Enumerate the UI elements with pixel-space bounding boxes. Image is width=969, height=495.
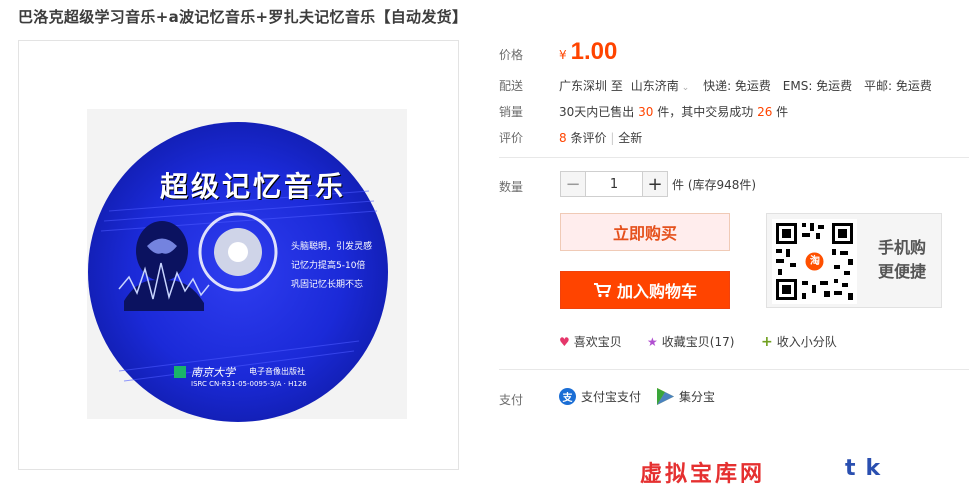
- like-label: 喜欢宝贝: [573, 335, 622, 349]
- publisher-logo-icon: [174, 366, 186, 378]
- quantity-stepper[interactable]: − 1 +: [560, 171, 668, 197]
- isrc-code: ISRC CN-R31-05-0095-3/A · H126: [191, 380, 307, 388]
- quantity-decrease-button[interactable]: −: [560, 171, 586, 197]
- price-value-group: ¥1.00: [559, 38, 617, 66]
- stock-info: 件 (库存948件): [672, 178, 757, 192]
- team-link[interactable]: + 收入小分队: [761, 333, 837, 350]
- team-label: 收入小分队: [776, 335, 837, 349]
- disc-slogan-1: 头脑聪明，引发灵感: [291, 242, 373, 252]
- sales-label: 销量: [499, 105, 524, 119]
- reviews-link[interactable]: 8 条评价: [559, 131, 606, 145]
- sold-count: 30: [638, 105, 654, 119]
- mobile-qr-box[interactable]: 淘 手机购 更便捷: [766, 213, 942, 308]
- alipay-label: 支付宝支付: [581, 390, 642, 404]
- plus-icon: +: [761, 333, 773, 350]
- success-count: 26: [757, 105, 773, 119]
- disc-title: 超级记忆音乐: [160, 170, 347, 203]
- cart-icon: [593, 283, 611, 298]
- reviews-label: 评价: [499, 131, 524, 145]
- review-separator: |: [610, 131, 615, 145]
- like-item-link[interactable]: ♥ 喜欢宝贝: [559, 333, 622, 350]
- sales-info: 30天内已售出 30 件，其中交易成功 26 件: [559, 103, 788, 120]
- sales-mid: 件，其中交易成功: [657, 105, 754, 119]
- quantity-increase-button[interactable]: +: [642, 171, 668, 197]
- mobile-buy-text: 手机购 更便捷: [871, 236, 933, 284]
- cd-disc-image: [88, 122, 388, 422]
- review-count: 8: [559, 131, 567, 145]
- chevron-down-icon: ⌄: [681, 83, 690, 93]
- watermark-text: 虚拟宝库网: [640, 462, 766, 487]
- watermark-text-2: tk: [845, 456, 891, 481]
- divider: [499, 369, 969, 370]
- publisher-name: 南京大学: [191, 366, 235, 379]
- jifenbao-option[interactable]: 集分宝: [657, 388, 715, 405]
- ems-fee: EMS: 免运费: [782, 79, 853, 93]
- buy-now-label: 立即购买: [612, 224, 677, 243]
- disc-slogan-3: 巩固记忆长期不忘: [291, 280, 364, 290]
- price-label: 价格: [499, 48, 524, 62]
- shipping-info: 广东深圳 至 山东济南 ⌄ 快递: 免运费 EMS: 免运费 平邮: 免运费: [559, 77, 932, 94]
- divider: [499, 157, 969, 158]
- product-title: 巴洛克超级学习音乐+a波记忆音乐+罗扎夫记忆音乐【自动发货】: [18, 8, 468, 26]
- add-to-cart-label: 加入购物车: [616, 282, 697, 301]
- reviews-info: 8 条评价 | 全新: [559, 129, 642, 146]
- ship-to-selector[interactable]: 山东济南 ⌄: [631, 79, 690, 93]
- disc-slogan-2: 记忆力提高5-10倍: [291, 261, 366, 271]
- mobile-line-1: 手机购: [877, 238, 926, 257]
- ship-from: 广东深圳: [559, 79, 608, 93]
- review-count-suffix: 条评价: [570, 131, 607, 145]
- quantity-label: 数量: [499, 180, 524, 194]
- post-fee: 平邮: 免运费: [864, 79, 932, 93]
- heart-icon: ♥: [559, 334, 570, 349]
- express-fee: 快递: 免运费: [703, 79, 771, 93]
- sales-prefix: 30天内已售出: [559, 105, 635, 119]
- payment-label: 支付: [499, 393, 524, 407]
- jifenbao-icon: [657, 388, 674, 405]
- alipay-icon: 支: [559, 388, 576, 405]
- currency-symbol: ¥: [559, 48, 567, 62]
- quantity-input[interactable]: 1: [586, 171, 642, 197]
- product-image-frame[interactable]: 超级记忆音乐 头脑聪明，引发灵感 记忆力提高5-10倍 巩固记忆长期不忘 南京大…: [18, 40, 459, 470]
- buy-now-button[interactable]: 立即购买: [560, 213, 730, 251]
- ship-to-word: 至: [610, 79, 623, 93]
- star-icon: ★: [647, 334, 658, 349]
- review-tag: 全新: [618, 131, 643, 145]
- collect-label: 收藏宝贝(17): [661, 335, 735, 349]
- shipping-label: 配送: [499, 79, 524, 93]
- add-to-cart-button[interactable]: 加入购物车: [560, 271, 730, 309]
- publisher-sub: 电子音像出版社: [249, 367, 305, 376]
- alipay-option[interactable]: 支 支付宝支付: [559, 388, 641, 405]
- taobao-logo-icon: 淘: [810, 256, 820, 267]
- price-value: 1.00: [570, 38, 618, 65]
- jifenbao-label: 集分宝: [679, 390, 716, 404]
- ship-to: 山东济南: [630, 79, 679, 93]
- sales-suffix: 件: [776, 105, 789, 119]
- mobile-line-2: 更便捷: [877, 262, 926, 281]
- collect-item-link[interactable]: ★ 收藏宝贝(17): [647, 333, 734, 350]
